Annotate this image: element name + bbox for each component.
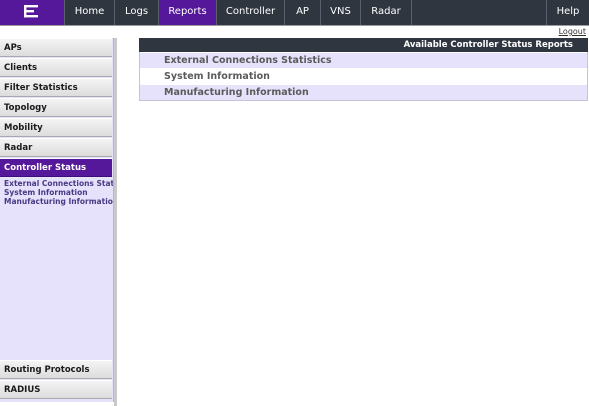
tab-reports[interactable]: Reports xyxy=(158,0,216,25)
help-link[interactable]: Help xyxy=(546,0,589,25)
logo-icon xyxy=(24,5,38,18)
tab-controller[interactable]: Controller xyxy=(216,0,284,25)
sidebar-item-controller-status[interactable]: Controller Status xyxy=(0,158,112,177)
sidebar-scrollbar[interactable] xyxy=(114,38,117,406)
tab-home[interactable]: Home xyxy=(64,0,114,25)
sidebar-link-external-connections[interactable]: External Connections Statistics xyxy=(4,179,113,188)
sidebar-item-filter-statistics[interactable]: Filter Statistics xyxy=(0,78,112,97)
sidebar-item-mobility[interactable]: Mobility xyxy=(0,118,112,137)
sidebar-item-aps[interactable]: APs xyxy=(0,38,112,57)
sidebar-link-manufacturing-information[interactable]: Manufacturing Information xyxy=(4,197,113,206)
brand-logo[interactable] xyxy=(0,0,64,25)
sidebar-item-clients[interactable]: Clients xyxy=(0,58,112,77)
logout-link[interactable]: Logout xyxy=(559,27,586,36)
top-navigation-bar: Home Logs Reports Controller AP VNS Rada… xyxy=(0,0,589,26)
sidebar-item-routing-protocols[interactable]: Routing Protocols xyxy=(0,360,112,379)
tab-radar[interactable]: Radar xyxy=(360,0,412,25)
tab-vns[interactable]: VNS xyxy=(320,0,360,25)
sidebar-item-radar[interactable]: Radar xyxy=(0,138,112,157)
sidebar-link-system-information[interactable]: System Information xyxy=(4,188,113,197)
sidebar-item-topology[interactable]: Topology xyxy=(0,98,112,117)
tab-ap[interactable]: AP xyxy=(284,0,320,25)
report-link-system-information[interactable]: System Information xyxy=(140,69,587,84)
report-link-manufacturing-information[interactable]: Manufacturing Information xyxy=(140,85,587,100)
sidebar-item-radius[interactable]: RADIUS xyxy=(0,380,112,399)
report-link-external-connections[interactable]: External Connections Statistics xyxy=(140,53,587,68)
tab-logs[interactable]: Logs xyxy=(114,0,158,25)
panel-header: Available Controller Status Reports xyxy=(139,38,588,52)
